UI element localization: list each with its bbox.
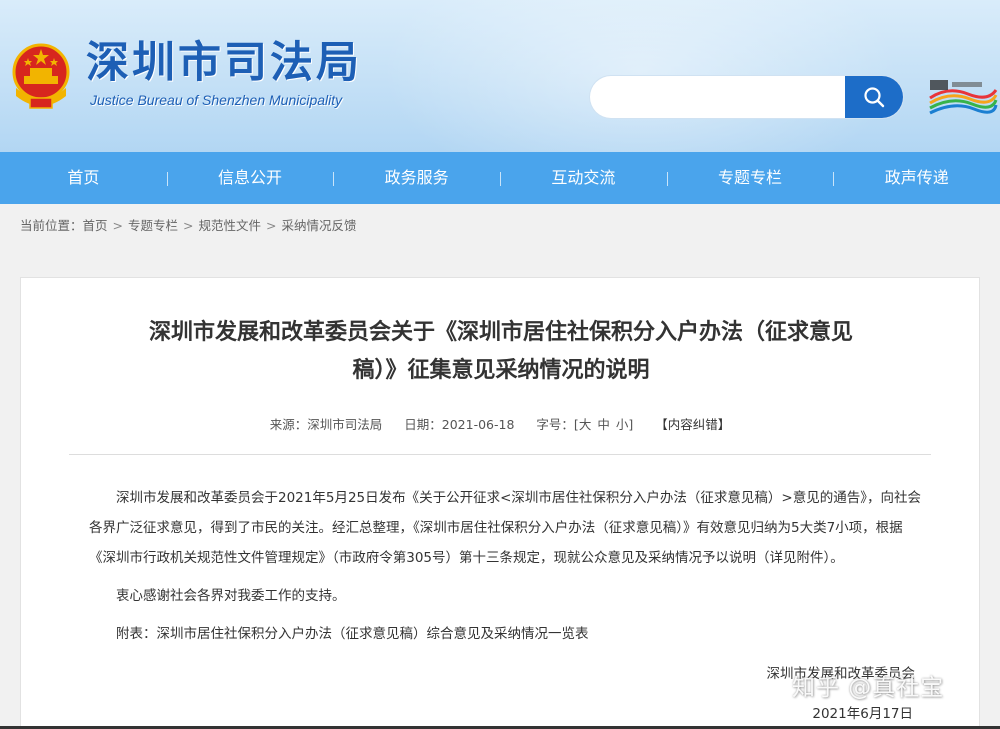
meta-font-size-label: 字号： bbox=[536, 417, 574, 432]
article-body: 深圳市发展和改革委员会于2021年5月25日发布《关于公开征求<深圳市居住社保积… bbox=[89, 483, 924, 653]
breadcrumb-item-adoption-feedback[interactable]: 采纳情况反馈 bbox=[282, 216, 357, 236]
meta-source: 来源：深圳市司法局 bbox=[270, 417, 383, 432]
breadcrumb-separator: > bbox=[183, 218, 194, 233]
article-container: 深圳市发展和改革委员会关于《深圳市居住社保积分入户办法（征求意见 稿）》征集意见… bbox=[20, 277, 980, 729]
meta-font-size: 字号：[大中小] bbox=[536, 417, 633, 432]
meta-source-label: 来源： bbox=[269, 417, 308, 432]
search-input[interactable] bbox=[590, 76, 845, 118]
zhihu-watermark: 知乎 @真社宝 bbox=[792, 675, 945, 701]
font-size-large-button[interactable]: 大 bbox=[579, 417, 592, 432]
breadcrumb-separator: > bbox=[112, 218, 124, 233]
nav-item-info-disclosure[interactable]: 信息公开 bbox=[166, 152, 334, 204]
national-emblem-icon[interactable] bbox=[10, 40, 72, 110]
article-attachment-link[interactable]: 附表：深圳市居住社保积分入户办法（征求意见稿）综合意见及采纳情况一览表 bbox=[89, 619, 924, 649]
article-meta: 来源：深圳市司法局 日期：2021-06-18 字号：[大中小] 【内容纠错】 bbox=[21, 414, 979, 433]
font-size-medium-button[interactable]: 中 bbox=[597, 417, 610, 432]
font-size-small-button[interactable]: 小 bbox=[616, 417, 629, 432]
site-header: 深圳市司法局 Justice Bureau of Shenzhen Munici… bbox=[0, 0, 1000, 152]
article-paragraph: 衷心感谢社会各界对我委工作的支持。 bbox=[116, 588, 346, 604]
breadcrumb-prefix: 当前位置： bbox=[20, 218, 83, 233]
site-name-chinese[interactable]: 深圳市司法局 bbox=[86, 38, 362, 88]
nav-item-special-topics[interactable]: 专题专栏 bbox=[666, 152, 834, 204]
meta-date-label: 日期： bbox=[404, 417, 442, 432]
breadcrumb-separator: > bbox=[266, 218, 277, 233]
nav-item-home[interactable]: 首页 bbox=[0, 152, 167, 204]
nav-item-government-voice[interactable]: 政声传递 bbox=[833, 152, 1000, 204]
meta-source-value: 深圳市司法局 bbox=[307, 417, 383, 432]
search-button[interactable] bbox=[845, 76, 903, 118]
meta-date: 日期：2021-06-18 bbox=[404, 417, 514, 432]
search-icon bbox=[864, 87, 885, 108]
breadcrumb: 当前位置： 首页 > 专题专栏 > 规范性文件 > 采纳情况反馈 bbox=[20, 216, 357, 236]
article-title-line-1: 深圳市发展和改革委员会关于《深圳市居住社保积分入户办法（征求意见 bbox=[148, 320, 853, 345]
font-size-bracket-close: ] bbox=[628, 417, 634, 432]
meta-date-value: 2021-06-18 bbox=[441, 417, 515, 432]
meta-divider bbox=[69, 454, 931, 455]
article-title-line-2: 稿）》征集意见采纳情况的说明 bbox=[352, 358, 650, 383]
site-name-english[interactable]: Justice Bureau of Shenzhen Municipality bbox=[90, 92, 342, 108]
breadcrumb-item-normative-documents[interactable]: 规范性文件 bbox=[199, 216, 262, 236]
article-signature-date: 2021年6月17日 bbox=[812, 706, 913, 722]
content-error-report-link[interactable]: 【内容纠错】 bbox=[655, 417, 730, 432]
article-title: 深圳市发展和改革委员会关于《深圳市居住社保积分入户办法（征求意见 稿）》征集意见… bbox=[81, 314, 921, 390]
nav-item-government-services[interactable]: 政务服务 bbox=[333, 152, 500, 204]
nav-item-interaction[interactable]: 互动交流 bbox=[500, 152, 667, 204]
article-paragraph: 深圳市发展和改革委员会于2021年5月25日发布《关于公开征求<深圳市居住社保积… bbox=[89, 490, 921, 566]
shenzhen-brand-logo-icon[interactable] bbox=[928, 78, 998, 118]
breadcrumb-item-home[interactable]: 首页 bbox=[83, 216, 108, 236]
search-box bbox=[590, 76, 903, 118]
breadcrumb-item-special-topics[interactable]: 专题专栏 bbox=[128, 216, 178, 236]
main-nav: 首页 信息公开 政务服务 互动交流 专题专栏 政声传递 bbox=[0, 152, 1000, 204]
